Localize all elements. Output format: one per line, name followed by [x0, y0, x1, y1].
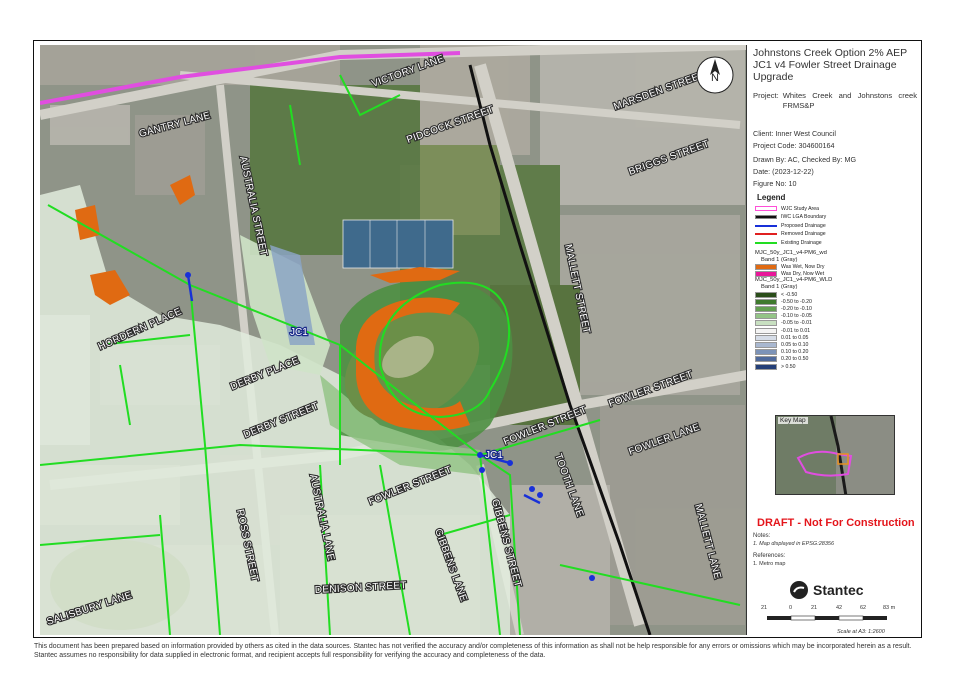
legend-g2-item: -0.01 to 0.01	[755, 327, 810, 334]
legend-g2-swatch	[755, 356, 777, 363]
key-map[interactable]: Key Map	[775, 415, 895, 495]
legend-group2-band: Band 1 (Gray)	[761, 284, 798, 290]
legend-group2-head: MJC_50y_JC1_v4-PM6_WLD	[755, 277, 833, 283]
legend-g2-swatch	[755, 320, 777, 327]
scale-tick-label: 83 m	[883, 605, 896, 611]
legend-line-swatch	[755, 224, 777, 227]
legend-line-swatch	[755, 215, 777, 219]
tennis-courts	[342, 219, 454, 269]
legend-group1-head: MJC_50y_JC1_v4-PM6_wd	[755, 250, 827, 256]
legend-line-label: Proposed Drainage	[781, 222, 826, 229]
scale-caption: Scale at A3: 1:2600	[837, 629, 885, 635]
legend-g2-label: 0.05 to 0.10	[781, 341, 809, 348]
legend-g2-item: -0.50 to -0.20	[755, 298, 812, 305]
disclaimer-text: This document has been prepared based on…	[34, 643, 912, 659]
aerial-map[interactable]: VICTORY LANE MARSDEN STREET GANTRY LANE …	[40, 45, 747, 635]
legend-g2-item: 0.20 to 0.50	[755, 356, 808, 363]
notes-line: 1. Map displayed in EPSG:28356	[753, 541, 835, 547]
project-code-line: Project Code: 304600164	[753, 141, 835, 150]
project-value: Whites Creek and Johnstons creek FRMS&P	[782, 91, 917, 110]
legend-line-label: IWC LGA Boundary	[781, 214, 827, 220]
legend-g1-item: Was Wet, Now Dry	[755, 263, 825, 270]
legend-g2-swatch	[755, 334, 777, 341]
project-label: Project:	[753, 91, 779, 100]
key-map-image	[776, 416, 894, 494]
client-line: Client: Inner West Council	[753, 129, 836, 138]
scale-tick-label: 0	[789, 605, 793, 611]
legend-line-swatch	[755, 233, 777, 235]
map-title-line2: JC1 v4 Fowler Street Drainage	[753, 59, 897, 71]
scale-bar-graphic	[767, 615, 887, 621]
legend-line-item: WJC Study Area	[755, 205, 819, 212]
legend-g2-swatch	[755, 327, 777, 334]
legend-line-item: Existing Drainage	[755, 239, 822, 246]
legend-g2-swatch	[755, 298, 777, 305]
legend-g2-label: 0.01 to 0.05	[781, 334, 809, 341]
legend-g2-swatch	[755, 313, 777, 320]
legend-g2-label: 0.10 to 0.20	[781, 349, 809, 356]
legend-g1-swatch	[755, 263, 777, 270]
scale-tick-label: 62	[860, 605, 867, 611]
legend-g2-item: 0.01 to 0.05	[755, 334, 808, 341]
legend-g2-item: < -0.50	[755, 291, 797, 298]
legend-g2-label: -0.20 to -0.10	[781, 305, 812, 312]
legend-g2-item: 0.10 to 0.20	[755, 349, 808, 356]
draft-notice: DRAFT - Not For Construction	[757, 517, 915, 529]
stantec-logo-text: Stantec	[813, 582, 864, 598]
legend-g1-label: Was Dry, Now Wet	[781, 270, 825, 277]
legend-g1-item: Was Dry, Now Wet	[755, 270, 824, 277]
legend-g2-label: -0.50 to -0.20	[781, 298, 812, 305]
legend-g2-swatch	[755, 349, 777, 356]
legend-g2-label: < -0.50	[781, 291, 798, 298]
legend-g2-item: 0.05 to 0.10	[755, 341, 808, 348]
stantec-logo: Stantec	[789, 580, 864, 600]
legend-g2-swatch	[755, 291, 777, 298]
notes-head: Notes:	[753, 533, 771, 539]
jc1-label-north: JC1	[290, 327, 308, 338]
figure-line: Figure No: 10	[753, 179, 797, 188]
scale-bar: 21 0 21 42 62 83 m Scale at A3: 1:2600	[759, 605, 909, 635]
jc1-label-south: JC1	[485, 450, 503, 461]
north-arrow-letter: N	[711, 72, 719, 84]
info-panel: Johnstons Creek Option 2% AEP JC1 v4 Fow…	[749, 45, 921, 635]
scale-tick-label: 21	[761, 605, 768, 611]
map-canvas[interactable]: VICTORY LANE MARSDEN STREET GANTRY LANE …	[40, 45, 747, 635]
references-head: References:	[753, 553, 786, 559]
legend-line-swatch	[755, 206, 777, 211]
legend-g2-item: -0.10 to -0.05	[755, 313, 812, 320]
legend-g2-label: -0.01 to 0.01	[781, 327, 811, 334]
legend-line-swatch	[755, 241, 777, 244]
legend-g2-label: > 0.50	[781, 363, 796, 370]
legend-line-item: Removed Drainage	[755, 231, 826, 238]
legend-title: Legend	[757, 193, 786, 202]
date-line: Date: (2023-12-22)	[753, 167, 814, 176]
legend-g2-swatch	[755, 363, 777, 370]
legend-g2-label: -0.10 to -0.05	[781, 313, 812, 320]
legend-g1-swatch	[755, 270, 777, 277]
legend-line-label: Existing Drainage	[781, 239, 822, 246]
legend-g2-item: -0.05 to -0.01	[755, 320, 812, 327]
scale-tick-label: 42	[836, 605, 843, 611]
legend-line-label: WJC Study Area	[781, 205, 820, 212]
legend-g2-swatch	[755, 305, 777, 312]
legend-line-item: Proposed Drainage	[755, 222, 826, 229]
legend-g2-item: -0.20 to -0.10	[755, 305, 812, 312]
legend-line-item: IWC LGA Boundary	[755, 214, 826, 221]
map-title-line1: Johnstons Creek Option 2% AEP	[753, 47, 908, 59]
key-map-label: Key Map	[778, 417, 808, 424]
scale-tick-label: 21	[811, 605, 818, 611]
scale-ticks: 21 0 21 42 62 83 m	[759, 605, 909, 613]
project-row: Project: Whites Creek and Johnstons cree…	[753, 91, 917, 111]
references-line: 1. Metro map	[753, 561, 786, 567]
legend-g1-label: Was Wet, Now Dry	[781, 263, 825, 270]
legend-g2-label: -0.05 to -0.01	[781, 320, 812, 327]
legend-g2-item: > 0.50	[755, 363, 796, 370]
map-title-line3: Upgrade	[753, 71, 794, 83]
drawn-by-line: Drawn By: AC, Checked By: MG	[753, 155, 857, 164]
legend-g2-swatch	[755, 341, 777, 348]
stantec-logo-icon	[790, 581, 808, 599]
legend-line-label: Removed Drainage	[781, 231, 826, 237]
legend-g2-label: 0.20 to 0.50	[781, 356, 809, 363]
north-arrow: N	[696, 56, 734, 94]
